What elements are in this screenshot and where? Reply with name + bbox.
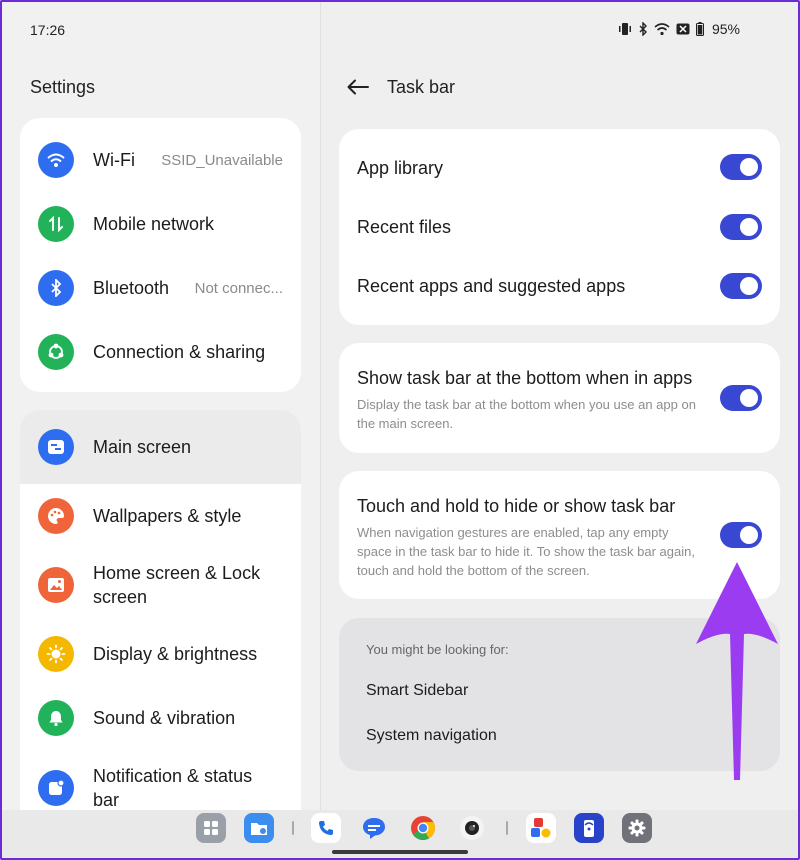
image-icon — [38, 567, 74, 603]
suggestion-link-smart-sidebar[interactable]: Smart Sidebar — [366, 682, 468, 700]
pane-divider — [320, 0, 321, 810]
settings-item-label: Connection & sharing — [93, 342, 266, 362]
phone-icon[interactable] — [311, 813, 341, 843]
settings-group-connectivity: Wi-Fi SSID_Unavailable Mobile network Bl… — [20, 118, 301, 392]
setting-description: When navigation gestures are enabled, ta… — [357, 525, 695, 578]
show-bottom-toggle[interactable] — [720, 385, 762, 411]
settings-item-label: Sound & vibration — [93, 708, 236, 728]
settings-icon[interactable] — [622, 813, 652, 843]
home-indicator[interactable] — [332, 850, 468, 854]
palette-icon — [38, 498, 74, 534]
settings-item-home-lock-screen[interactable]: Home screen & Lock screen — [20, 550, 301, 620]
dock-separator — [506, 821, 508, 835]
setting-label: Show task bar at the bottom when in apps — [357, 368, 693, 388]
settings-item-main-screen[interactable]: Main screen — [20, 410, 301, 484]
files-icon[interactable] — [244, 813, 274, 843]
taskbar-bottom-card: Show task bar at the bottom when in apps… — [339, 343, 780, 453]
task-bar-header: Task bar — [345, 74, 455, 100]
annotation-arrow-icon — [696, 562, 778, 780]
settings-item-label: Wi-Fi — [93, 150, 135, 170]
no-sim-icon — [676, 23, 690, 35]
back-arrow-icon — [347, 79, 369, 95]
notification-icon — [38, 770, 74, 806]
toggle-knob — [740, 277, 758, 295]
settings-item-sound-vibration[interactable]: Sound & vibration — [20, 687, 301, 749]
bluetooth-status-icon — [639, 22, 647, 36]
app-library-toggle[interactable] — [720, 154, 762, 180]
settings-item-value: SSID_Unavailable — [161, 151, 283, 169]
settings-item-label: Home screen & Lock screen — [93, 563, 261, 607]
settings-item-label: Notification & status bar — [93, 766, 253, 810]
share-icon — [38, 334, 74, 370]
toggle-knob — [740, 158, 758, 176]
wifi-status-icon — [654, 22, 670, 35]
bluetooth-icon — [38, 270, 74, 306]
chrome-icon[interactable] — [408, 813, 438, 843]
status-time: 17:26 — [30, 22, 66, 38]
camera-icon[interactable] — [457, 813, 487, 843]
suggestions-header: You might be looking for: — [366, 642, 509, 657]
dock-separator — [292, 821, 294, 835]
settings-item-wallpapers-style[interactable]: Wallpapers & style — [20, 485, 301, 547]
setting-row-recent-apps: Recent apps and suggested apps — [357, 271, 762, 301]
settings-item-wifi[interactable]: Wi-Fi SSID_Unavailable — [20, 130, 301, 190]
setting-row-app-library: App library — [357, 153, 762, 183]
recent-apps-toggle[interactable] — [720, 273, 762, 299]
setting-row-touch-hold: Touch and hold to hide or show task bar … — [357, 494, 702, 580]
settings-item-connection-sharing[interactable]: Connection & sharing — [20, 322, 301, 382]
settings-item-bluetooth[interactable]: Bluetooth Not connec... — [20, 258, 301, 318]
setting-label: Recent files — [357, 216, 452, 237]
back-button[interactable] — [345, 74, 371, 100]
settings-item-label: Wallpapers & style — [93, 506, 242, 526]
setting-row-show-bottom: Show task bar at the bottom when in apps… — [357, 366, 702, 433]
settings-title: Settings — [30, 77, 96, 97]
wifi-icon — [38, 142, 74, 178]
messages-icon[interactable] — [359, 813, 389, 843]
setting-description: Display the task bar at the bottom when … — [357, 397, 696, 431]
bell-icon — [38, 700, 74, 736]
status-icons: 95% — [618, 21, 740, 37]
setting-label: App library — [357, 157, 444, 178]
main-screen-icon — [38, 429, 74, 465]
settings-item-label: Mobile network — [93, 214, 215, 234]
remote-icon[interactable] — [574, 813, 604, 843]
settings-item-label: Main screen — [93, 437, 192, 457]
toggle-knob — [740, 389, 758, 407]
sun-icon — [38, 636, 74, 672]
settings-item-value: Not connec... — [194, 279, 283, 297]
setting-label: Recent apps and suggested apps — [357, 275, 626, 296]
recent-files-toggle[interactable] — [720, 214, 762, 240]
battery-icon — [695, 22, 704, 36]
setting-row-recent-files: Recent files — [357, 212, 762, 242]
taskbar-options-card: App library Recent files Recent apps and… — [339, 129, 780, 325]
battery-percent: 95% — [711, 21, 740, 37]
setting-label: Touch and hold to hide or show task bar — [357, 496, 676, 516]
settings-item-display-brightness[interactable]: Display & brightness — [20, 623, 301, 685]
app-drawer-icon[interactable] — [196, 813, 226, 843]
settings-group-display: Main screen Wallpapers & style Home scre… — [20, 410, 301, 830]
suggestion-link-system-navigation[interactable]: System navigation — [366, 727, 497, 745]
vibrate-icon — [618, 23, 631, 35]
settings-item-mobile-network[interactable]: Mobile network — [20, 194, 301, 254]
toggle-knob — [740, 218, 758, 236]
settings-item-label: Display & brightness — [93, 644, 258, 664]
toggle-knob — [740, 526, 758, 544]
app-pair-icon[interactable] — [526, 813, 556, 843]
page-title: Task bar — [387, 76, 456, 97]
mobile-data-icon — [38, 206, 74, 242]
touch-hold-toggle[interactable] — [720, 522, 762, 548]
settings-item-label: Bluetooth — [93, 278, 170, 298]
